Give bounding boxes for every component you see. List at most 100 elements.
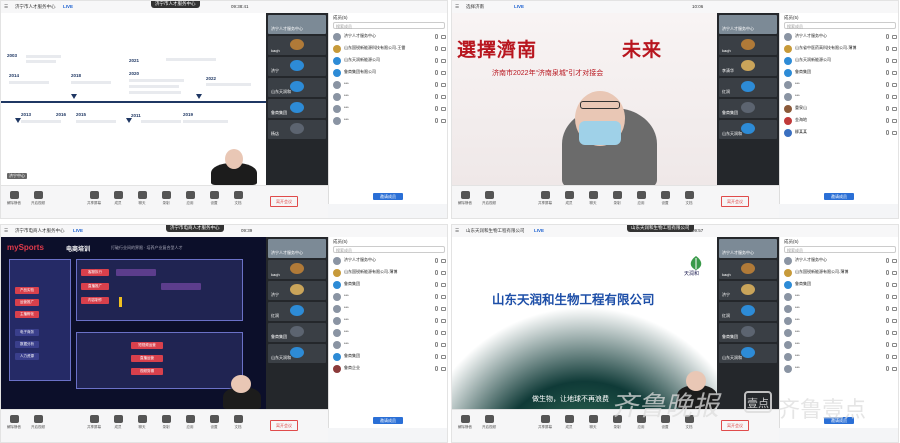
- apps-button[interactable]: 应用: [630, 191, 652, 206]
- participant-row[interactable]: ***: [783, 328, 898, 338]
- camera-icon[interactable]: [441, 83, 446, 87]
- mic-icon[interactable]: [435, 70, 438, 75]
- mic-icon[interactable]: [435, 318, 438, 323]
- participant-row[interactable]: ***: [332, 80, 447, 90]
- settings-button[interactable]: 设置: [203, 415, 225, 430]
- participant-row[interactable]: 鲁商集团: [332, 280, 447, 290]
- participant-row[interactable]: ***: [783, 352, 898, 362]
- share-button[interactable]: 共享屏幕: [83, 191, 105, 206]
- camera-icon[interactable]: [441, 119, 446, 123]
- record-button[interactable]: 录制: [606, 191, 628, 206]
- camera-icon[interactable]: [441, 35, 446, 39]
- mic-icon[interactable]: [435, 366, 438, 371]
- video-tile[interactable]: 济宁人才服务中心: [719, 239, 777, 258]
- participant-row[interactable]: 济宁人才服务中心: [332, 256, 447, 266]
- mic-icon[interactable]: [886, 294, 889, 299]
- mic-icon[interactable]: [435, 106, 438, 111]
- camera-icon[interactable]: [892, 59, 897, 63]
- menu-icon[interactable]: ☰: [4, 4, 8, 10]
- video-tile[interactable]: 杨店: [268, 120, 326, 139]
- camera-icon[interactable]: [441, 71, 446, 75]
- participant-row[interactable]: 鲁商集团: [783, 68, 898, 78]
- video-tile[interactable]: 鲁商集团: [719, 99, 777, 118]
- camera-icon[interactable]: [892, 83, 897, 87]
- members-button[interactable]: 成员: [558, 191, 580, 206]
- participant-row[interactable]: ***: [783, 292, 898, 302]
- record-button[interactable]: 录制: [155, 191, 177, 206]
- camera-icon[interactable]: [441, 331, 446, 335]
- camera-icon[interactable]: [892, 331, 897, 335]
- video-tile[interactable]: 李清华: [719, 57, 777, 76]
- docs-button[interactable]: 文档: [678, 191, 700, 206]
- mic-icon[interactable]: [435, 306, 438, 311]
- participant-row[interactable]: 鲁商集团有限公司: [332, 68, 447, 78]
- share-button[interactable]: 共享屏幕: [83, 415, 105, 430]
- camera-icon[interactable]: [441, 95, 446, 99]
- settings-button[interactable]: 设置: [654, 191, 676, 206]
- participant-search-input[interactable]: 搜索成员: [784, 22, 896, 29]
- participant-row[interactable]: ***: [332, 328, 447, 338]
- menu-icon[interactable]: ☰: [455, 228, 459, 234]
- mute-button[interactable]: 解除静音: [454, 415, 476, 430]
- video-tile[interactable]: 济宁: [719, 281, 777, 300]
- video-tile[interactable]: 济宁人才服务中心: [268, 239, 326, 258]
- video-tile[interactable]: 鲁商集团: [719, 323, 777, 342]
- apps-button[interactable]: 应用: [179, 415, 201, 430]
- participant-row[interactable]: 济宁人才服务中心: [783, 32, 898, 42]
- participant-row[interactable]: ***: [783, 316, 898, 326]
- mic-icon[interactable]: [435, 118, 438, 123]
- apps-button[interactable]: 应用: [179, 191, 201, 206]
- mic-icon[interactable]: [435, 270, 438, 275]
- video-tile[interactable]: 济宁: [268, 281, 326, 300]
- video-tile[interactable]: kaqh: [719, 36, 777, 55]
- share-button[interactable]: 共享屏幕: [534, 415, 556, 430]
- camera-icon[interactable]: [892, 71, 897, 75]
- video-button[interactable]: 开启视频: [27, 191, 49, 206]
- mic-icon[interactable]: [886, 46, 889, 51]
- camera-icon[interactable]: [892, 319, 897, 323]
- camera-icon[interactable]: [892, 367, 897, 371]
- chat-button[interactable]: 聊天: [582, 191, 604, 206]
- chat-button[interactable]: 聊天: [582, 415, 604, 430]
- participant-row[interactable]: 金海地: [783, 116, 898, 126]
- participant-search-input[interactable]: 搜索成员: [333, 22, 445, 29]
- members-button[interactable]: 成员: [558, 415, 580, 430]
- menu-icon[interactable]: ☰: [4, 228, 8, 234]
- leave-button[interactable]: 离开会议: [270, 196, 298, 207]
- video-button[interactable]: 开启视频: [478, 415, 500, 430]
- participant-search-input[interactable]: 搜索成员: [784, 246, 896, 253]
- participant-row[interactable]: ***: [783, 340, 898, 350]
- video-tile[interactable]: 山东天润和: [268, 78, 326, 97]
- menu-icon[interactable]: ☰: [455, 4, 459, 10]
- mic-icon[interactable]: [435, 342, 438, 347]
- invite-button[interactable]: 邀请成员: [824, 193, 854, 200]
- mic-icon[interactable]: [435, 282, 438, 287]
- camera-icon[interactable]: [441, 107, 446, 111]
- participant-row[interactable]: 济宁人才服务中心: [332, 32, 447, 42]
- mic-icon[interactable]: [886, 34, 889, 39]
- participant-row[interactable]: ***: [332, 316, 447, 326]
- camera-icon[interactable]: [892, 35, 897, 39]
- video-tile[interactable]: 红润: [719, 302, 777, 321]
- video-tile[interactable]: kaqh: [268, 36, 326, 55]
- camera-icon[interactable]: [892, 307, 897, 311]
- chat-button[interactable]: 聊天: [131, 415, 153, 430]
- mic-icon[interactable]: [886, 306, 889, 311]
- camera-icon[interactable]: [441, 295, 446, 299]
- video-tile[interactable]: 红润: [268, 302, 326, 321]
- mic-icon[interactable]: [886, 58, 889, 63]
- share-button[interactable]: 共享屏幕: [534, 191, 556, 206]
- record-button[interactable]: 录制: [155, 415, 177, 430]
- camera-icon[interactable]: [892, 119, 897, 123]
- video-tile[interactable]: kaqh: [268, 260, 326, 279]
- mic-icon[interactable]: [435, 82, 438, 87]
- participant-row[interactable]: ***: [783, 364, 898, 374]
- video-tile[interactable]: 山东天润和: [268, 344, 326, 363]
- leave-button[interactable]: 离开会议: [721, 196, 749, 207]
- participant-row[interactable]: 鲁商集团: [783, 280, 898, 290]
- members-button[interactable]: 成员: [107, 191, 129, 206]
- mic-icon[interactable]: [886, 106, 889, 111]
- camera-icon[interactable]: [892, 47, 897, 51]
- camera-icon[interactable]: [892, 343, 897, 347]
- mic-icon[interactable]: [435, 58, 438, 63]
